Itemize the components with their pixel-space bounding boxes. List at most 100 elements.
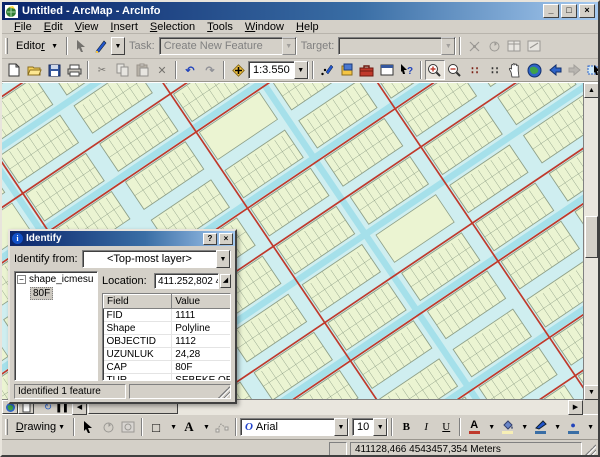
editor-menu-button[interactable]: Editor ▼ bbox=[11, 36, 63, 56]
arccatalog-button[interactable] bbox=[337, 60, 357, 80]
line-color-dropdown[interactable]: ▼ bbox=[550, 417, 563, 437]
arctoolbox-button[interactable] bbox=[357, 60, 377, 80]
fixed-zoom-out-button[interactable]: ∷ bbox=[485, 60, 505, 80]
location-units-button[interactable]: ◢ bbox=[220, 274, 231, 288]
font-color-button[interactable]: A bbox=[464, 417, 484, 437]
task-combo[interactable]: Create New Feature ▼ bbox=[159, 37, 297, 55]
text-tool-dropdown[interactable]: ▼ bbox=[199, 417, 212, 437]
open-button[interactable] bbox=[24, 60, 44, 80]
dialog-close-button[interactable]: × bbox=[219, 233, 233, 245]
italic-button[interactable]: I bbox=[416, 417, 436, 437]
table-row[interactable]: UZUNLUK24,28 bbox=[104, 348, 232, 361]
copy-button[interactable] bbox=[112, 60, 132, 80]
rotate-element-button[interactable] bbox=[98, 417, 118, 437]
font-combo[interactable]: OArial ▼ bbox=[240, 418, 349, 436]
scale-combo[interactable]: 1:3.550 ▼ bbox=[248, 61, 309, 79]
font-color-dropdown[interactable]: ▼ bbox=[484, 417, 497, 437]
attributes-button[interactable] bbox=[504, 36, 524, 56]
vertical-scroll-thumb[interactable] bbox=[585, 216, 598, 258]
drawing-menu-button[interactable]: Drawing ▼ bbox=[11, 417, 70, 437]
table-row[interactable]: CAP80F bbox=[104, 361, 232, 374]
underline-button[interactable]: U bbox=[436, 417, 456, 437]
command-line-button[interactable] bbox=[377, 60, 397, 80]
add-data-button[interactable] bbox=[228, 60, 248, 80]
identify-results-tree[interactable]: − shape_icmesu 80F bbox=[14, 271, 98, 381]
line-color-button[interactable] bbox=[530, 417, 550, 437]
scroll-up-button[interactable]: ▲ bbox=[584, 83, 599, 98]
menu-file[interactable]: File bbox=[8, 21, 38, 33]
bold-button[interactable]: B bbox=[396, 417, 416, 437]
font-combo-arrow[interactable]: ▼ bbox=[334, 418, 348, 436]
shape-tool-button[interactable]: □ bbox=[146, 417, 166, 437]
tree-root-node[interactable]: − shape_icmesu bbox=[16, 274, 96, 285]
edit-tool-arrow-button[interactable] bbox=[71, 36, 91, 56]
table-row[interactable]: OBJECTID1112 bbox=[104, 335, 232, 348]
menu-view[interactable]: View bbox=[69, 21, 105, 33]
whats-this-button[interactable]: ? bbox=[397, 60, 417, 80]
text-tool-button[interactable]: A bbox=[179, 417, 199, 437]
full-extent-button[interactable] bbox=[525, 60, 545, 80]
paste-button[interactable] bbox=[132, 60, 152, 80]
identify-dialog-titlebar[interactable]: i Identify ? × bbox=[10, 231, 235, 246]
menu-insert[interactable]: Insert bbox=[104, 21, 144, 33]
dialog-resize-grip[interactable] bbox=[218, 386, 230, 398]
table-row[interactable]: ShapePolyline bbox=[104, 322, 232, 335]
fill-color-dropdown[interactable]: ▼ bbox=[517, 417, 530, 437]
undo-button[interactable]: ↶ bbox=[180, 60, 200, 80]
print-button[interactable] bbox=[64, 60, 84, 80]
redo-button[interactable]: ↷ bbox=[200, 60, 220, 80]
target-combo-arrow[interactable]: ▼ bbox=[441, 37, 455, 55]
fixed-zoom-in-button[interactable]: ∷ bbox=[465, 60, 485, 80]
scroll-down-button[interactable]: ▼ bbox=[584, 385, 599, 400]
scroll-right-button[interactable]: ▶ bbox=[568, 400, 583, 415]
editor-toolbar-toggle-button[interactable] bbox=[317, 60, 337, 80]
zoom-to-selected-button[interactable] bbox=[118, 417, 138, 437]
fill-color-button[interactable] bbox=[497, 417, 517, 437]
menu-selection[interactable]: Selection bbox=[144, 21, 201, 33]
cut-button[interactable]: ✂ bbox=[92, 60, 112, 80]
vertical-scrollbar[interactable]: ▲ ▼ bbox=[583, 83, 598, 400]
identify-from-combo[interactable]: <Top-most layer> ▼ bbox=[82, 250, 231, 268]
column-header-value[interactable]: Value bbox=[172, 295, 231, 309]
menu-help[interactable]: Help bbox=[290, 21, 325, 33]
zoom-out-button[interactable] bbox=[445, 60, 465, 80]
minimize-button[interactable]: _ bbox=[543, 4, 559, 18]
zoom-in-button[interactable] bbox=[425, 60, 445, 80]
menu-edit[interactable]: Edit bbox=[38, 21, 69, 33]
window-resize-grip[interactable] bbox=[584, 444, 596, 456]
tree-collapse-icon[interactable]: − bbox=[17, 275, 26, 284]
menu-tools[interactable]: Tools bbox=[201, 21, 239, 33]
rotate-tool-button[interactable] bbox=[484, 36, 504, 56]
maximize-button[interactable]: □ bbox=[561, 4, 577, 18]
font-size-combo[interactable]: 10 ▼ bbox=[352, 418, 388, 436]
toolbar-grip[interactable] bbox=[5, 38, 8, 55]
pan-button[interactable] bbox=[505, 60, 525, 80]
menu-window[interactable]: Window bbox=[239, 21, 290, 33]
select-features-button[interactable] bbox=[585, 60, 600, 80]
edit-vertices-button[interactable] bbox=[212, 417, 232, 437]
sketch-tool-dropdown[interactable]: ▼ bbox=[111, 37, 125, 55]
shape-tool-dropdown[interactable]: ▼ bbox=[166, 417, 179, 437]
marker-color-dropdown[interactable]: ▼ bbox=[583, 417, 596, 437]
select-elements-button[interactable] bbox=[78, 417, 98, 437]
task-combo-arrow[interactable]: ▼ bbox=[282, 37, 296, 55]
tree-child-node[interactable]: 80F bbox=[30, 287, 96, 300]
location-value-box[interactable]: 411.252,802 4.544 bbox=[154, 273, 219, 289]
dialog-help-button[interactable]: ? bbox=[203, 233, 217, 245]
identify-from-combo-arrow[interactable]: ▼ bbox=[216, 250, 230, 268]
close-button[interactable]: × bbox=[579, 4, 595, 18]
sketch-properties-button[interactable] bbox=[524, 36, 544, 56]
save-button[interactable] bbox=[44, 60, 64, 80]
table-row[interactable]: TURSEBEKE ORTA BASINC bbox=[104, 374, 232, 382]
sketch-tool-button[interactable] bbox=[91, 36, 111, 56]
go-forward-extent-button[interactable] bbox=[565, 60, 585, 80]
toolbar-grip[interactable] bbox=[5, 419, 8, 436]
column-header-field[interactable]: Field bbox=[104, 295, 172, 309]
new-map-button[interactable] bbox=[4, 60, 24, 80]
scale-combo-arrow[interactable]: ▼ bbox=[294, 61, 308, 79]
target-combo[interactable]: ▼ bbox=[338, 37, 456, 55]
split-tool-button[interactable] bbox=[464, 36, 484, 56]
delete-button[interactable]: ✕ bbox=[152, 60, 172, 80]
marker-color-button[interactable]: ● bbox=[563, 417, 583, 437]
font-size-combo-arrow[interactable]: ▼ bbox=[373, 418, 387, 436]
